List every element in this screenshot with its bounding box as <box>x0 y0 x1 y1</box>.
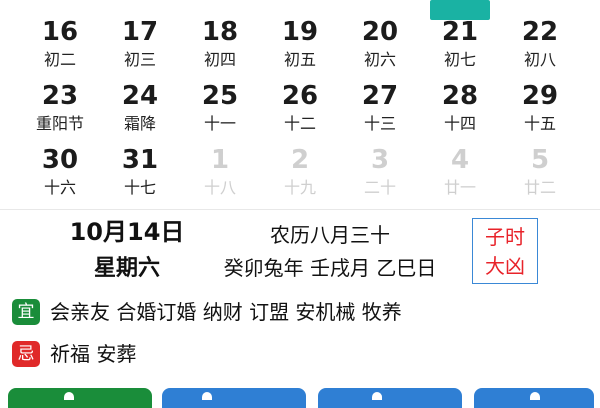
day-cell-next-month[interactable]: 2 十九 <box>260 142 340 204</box>
calendar-row-3: 30 十六 31 十七 1 十八 2 十九 3 二十 4 廿一 5 廿二 <box>20 142 580 204</box>
day-cell[interactable]: 18 初四 <box>180 14 260 76</box>
day-cell[interactable]: 22 初八 <box>500 14 580 76</box>
ji-tag: 忌 <box>12 341 40 367</box>
yi-row: 宜 会亲友 合婚订婚 纳财 订盟 安机械 牧养 <box>10 296 590 328</box>
bottom-button-bar <box>0 388 600 408</box>
hour-fortune-box[interactable]: 子时 大凶 <box>472 218 538 284</box>
day-cell[interactable]: 19 初五 <box>260 14 340 76</box>
button-icon <box>202 392 212 400</box>
fortune-label: 大凶 <box>485 254 525 278</box>
day-cell[interactable]: 23 重阳节 <box>20 78 100 140</box>
lunar-date: 农历八月三十 <box>270 223 390 247</box>
calendar-grid: 16 初二 17 初三 18 初四 19 初五 20 初六 21 初七 22 初八 23 重阳节… <box>0 0 600 210</box>
day-cell-next-month[interactable]: 5 廿二 <box>500 142 580 204</box>
button-icon <box>530 392 540 400</box>
day-cell[interactable]: 17 初三 <box>100 14 180 76</box>
divider <box>0 209 600 210</box>
day-cell[interactable]: 24 霜降 <box>100 78 180 140</box>
hour-label: 子时 <box>485 225 525 249</box>
day-cell[interactable]: 26 十二 <box>260 78 340 140</box>
day-cell[interactable]: 31 十七 <box>100 142 180 204</box>
ji-activities: 祈福 安葬 <box>50 342 137 366</box>
calendar-row-1: 16 初二 17 初三 18 初四 19 初五 20 初六 21 初七 22 初八 <box>20 14 580 76</box>
day-cell[interactable]: 29 十五 <box>500 78 580 140</box>
yi-tag: 宜 <box>12 299 40 325</box>
day-info-panel: 10月14日 星期六 农历八月三十 癸卯兔年 壬戌月 乙巳日 子时 大凶 <box>0 212 600 288</box>
day-cell[interactable]: 28 十四 <box>420 78 500 140</box>
day-cell-next-month[interactable]: 1 十八 <box>180 142 260 204</box>
weekday-label: 星期六 <box>93 256 160 281</box>
day-cell[interactable]: 25 十一 <box>180 78 260 140</box>
day-cell-next-month[interactable]: 4 廿一 <box>420 142 500 204</box>
ji-row: 忌 祈福 安葬 <box>10 338 590 370</box>
ganzhi-date: 癸卯兔年 壬戌月 乙巳日 <box>223 256 437 280</box>
day-cell[interactable]: 30 十六 <box>20 142 100 204</box>
yi-activities: 会亲友 合婚订婚 纳财 订盟 安机械 牧养 <box>50 300 402 324</box>
button-icon <box>372 392 382 400</box>
day-cell[interactable]: 27 十三 <box>340 78 420 140</box>
day-cell[interactable]: 16 初二 <box>20 14 100 76</box>
bottom-button-2[interactable] <box>162 388 306 408</box>
button-icon <box>64 392 74 400</box>
day-cell-next-month[interactable]: 3 二十 <box>340 142 420 204</box>
bottom-button-1[interactable] <box>8 388 152 408</box>
day-cell[interactable]: 20 初六 <box>340 14 420 76</box>
bottom-button-4[interactable] <box>474 388 594 408</box>
calendar-row-2: 23 重阳节 24 霜降 25 十一 26 十二 27 十三 28 十四 29 十五 <box>20 78 580 140</box>
bottom-button-3[interactable] <box>318 388 462 408</box>
day-cell[interactable]: 21 初七 <box>420 14 500 76</box>
selected-date: 10月14日 <box>69 218 185 246</box>
